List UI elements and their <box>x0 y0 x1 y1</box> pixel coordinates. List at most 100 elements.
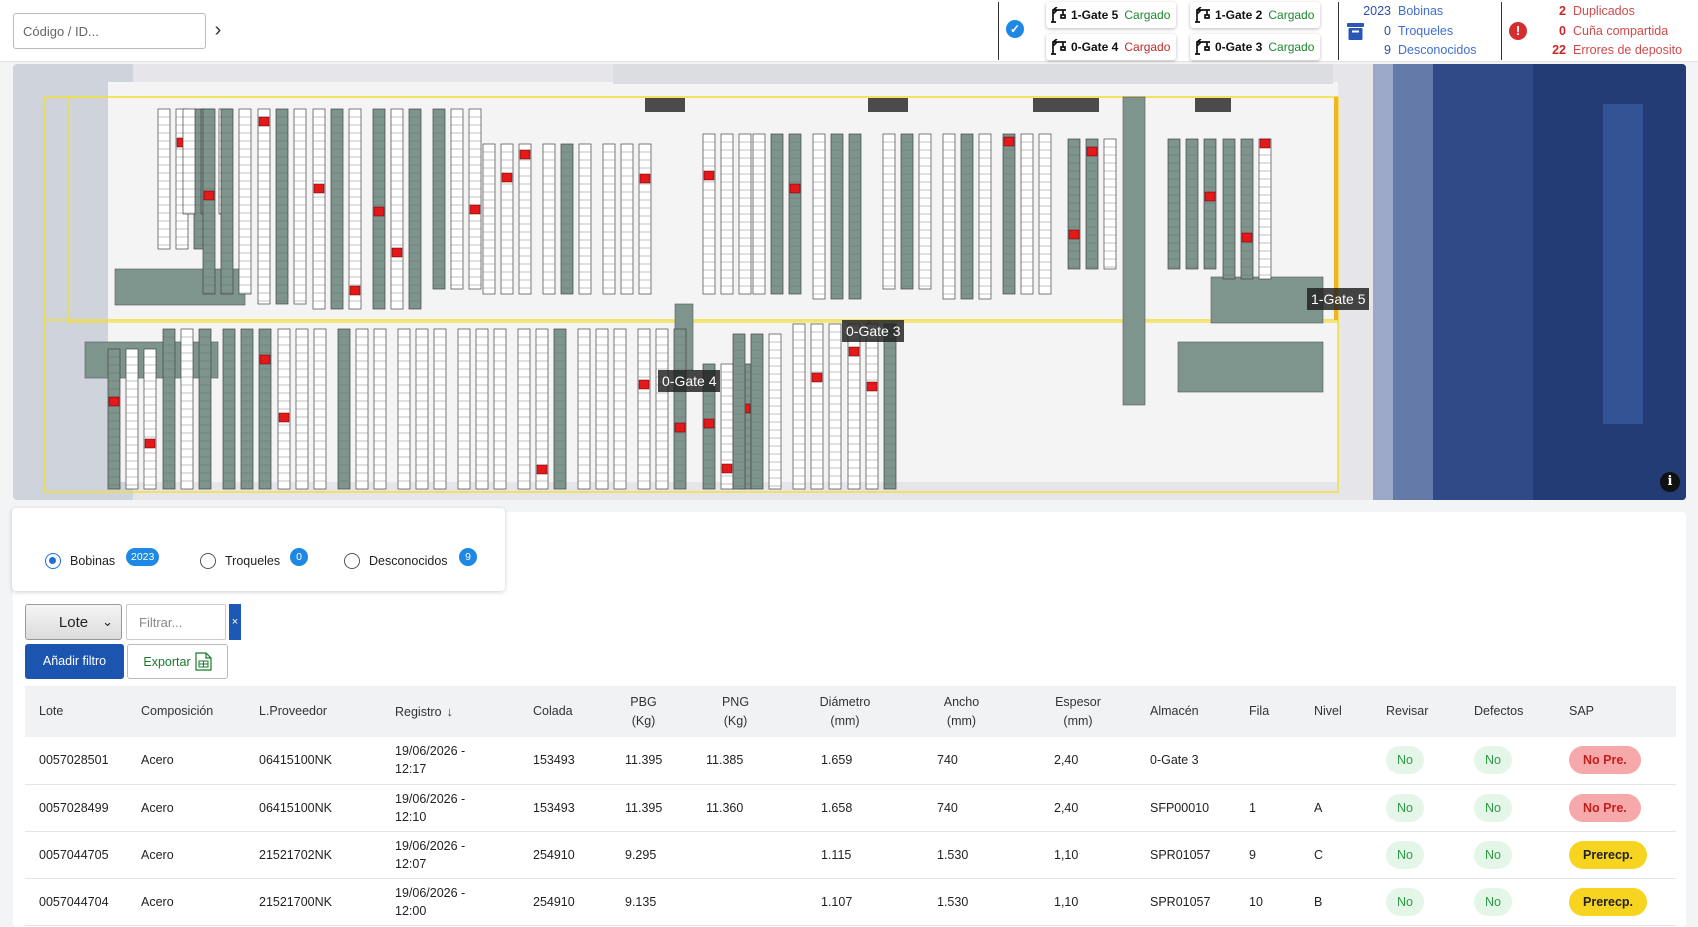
coil-alert-marker[interactable] <box>469 204 481 215</box>
stat-duplicados[interactable]: 2 Duplicados <box>1538 2 1682 22</box>
storage-lane[interactable] <box>542 143 556 295</box>
sap-status-badge[interactable]: No Pre. <box>1569 793 1641 822</box>
storage-lane[interactable] <box>882 133 896 290</box>
table-row[interactable]: 0057044704 Acero 21521700NK 19/06/2026 -12:… <box>25 878 1676 926</box>
storage-lane[interactable] <box>500 143 514 295</box>
storage-lane[interactable] <box>750 333 764 490</box>
radio-bobinas[interactable]: Bobinas <box>45 553 115 569</box>
col-header-lote[interactable]: Lote <box>25 686 127 737</box>
map-label-0-gate-3[interactable]: 0-Gate 3 <box>842 320 905 342</box>
warehouse-map[interactable]: 1-Gate 5 0-Gate 3 0-Gate 4 <box>13 64 1686 500</box>
col-header-png[interactable]: PNG (Kg) <box>684 686 787 737</box>
add-filter-button[interactable]: Añadir filtro <box>25 644 124 679</box>
radio-circle[interactable] <box>200 553 216 569</box>
col-header-composicion[interactable]: Composición <box>127 686 245 737</box>
storage-lane[interactable] <box>257 108 271 305</box>
coil-alert-marker[interactable] <box>639 173 651 184</box>
coil-alert-marker[interactable] <box>721 463 733 474</box>
coil-alert-marker[interactable] <box>391 247 403 258</box>
clear-filter-button[interactable]: × <box>229 604 241 640</box>
col-header-l-proveedor[interactable]: L.Proveedor <box>245 686 381 737</box>
storage-lane[interactable] <box>792 323 806 490</box>
stat-errores-deposito[interactable]: 22 Errores de deposito <box>1538 41 1682 61</box>
storage-lane[interactable] <box>883 323 897 490</box>
coil-alert-marker[interactable] <box>1204 191 1216 202</box>
col-header-colada[interactable]: Colada <box>519 686 603 737</box>
col-header-registro[interactable]: Registro ↓ <box>381 686 519 737</box>
coil-alert-marker[interactable] <box>1241 232 1253 243</box>
col-header-almacen[interactable]: Almacén <box>1136 686 1235 737</box>
stat-bobinas[interactable]: 2023 Bobinas <box>1363 2 1477 22</box>
storage-lane[interactable] <box>1167 138 1181 270</box>
storage-lane[interactable] <box>768 333 782 490</box>
storage-lane[interactable] <box>348 108 362 310</box>
table-row[interactable]: 0057028501 Acero 06415100NK 19/06/2026 -12:… <box>25 737 1676 785</box>
col-header-revisar[interactable]: Revisar <box>1372 686 1460 737</box>
storage-lane[interactable] <box>830 133 844 300</box>
stat-cuna-compartida[interactable]: 0 Cuña compartida <box>1538 22 1682 42</box>
coil-alert-marker[interactable] <box>703 418 715 429</box>
col-header-diametro[interactable]: Diámetro (mm) <box>787 686 903 737</box>
export-button[interactable]: Exportar <box>127 644 228 679</box>
col-header-ancho[interactable]: Ancho (mm) <box>903 686 1020 737</box>
radio-circle[interactable] <box>344 553 360 569</box>
coil-alert-marker[interactable] <box>203 190 215 201</box>
col-header-nivel[interactable]: Nivel <box>1300 686 1372 737</box>
storage-lane[interactable] <box>143 348 157 490</box>
sort-descending-icon[interactable]: ↓ <box>447 704 454 719</box>
sap-status-badge[interactable]: Prerecp. <box>1569 840 1648 869</box>
gate-chip-0-gate-3[interactable]: 0-Gate 3 Cargado <box>1190 34 1321 60</box>
col-header-espesor[interactable]: Espesor (mm) <box>1020 686 1136 737</box>
coil-alert-marker[interactable] <box>1003 136 1015 147</box>
storage-lane[interactable] <box>482 143 496 295</box>
storage-lane[interactable] <box>220 108 234 295</box>
storage-lane[interactable] <box>182 108 196 215</box>
coil-alert-marker[interactable] <box>1068 229 1080 240</box>
storage-lane[interactable] <box>828 323 842 490</box>
map-info-icon[interactable]: i <box>1660 472 1680 492</box>
storage-lane[interactable] <box>157 108 171 250</box>
storage-lane[interactable] <box>1258 138 1272 280</box>
col-header-defectos[interactable]: Defectos <box>1460 686 1555 737</box>
gate-chip-1-gate-2[interactable]: 1-Gate 2 Cargado <box>1190 2 1321 28</box>
coil-alert-marker[interactable] <box>501 172 513 183</box>
storage-lane[interactable] <box>848 133 862 300</box>
coil-alert-marker[interactable] <box>313 183 325 194</box>
storage-lane[interactable] <box>1240 138 1254 280</box>
storage-lane[interactable] <box>978 133 992 300</box>
col-header-pbg[interactable]: PBG (Kg) <box>603 686 684 737</box>
col-header-fila[interactable]: Fila <box>1235 686 1300 737</box>
coil-alert-marker[interactable] <box>848 346 860 357</box>
storage-lane[interactable] <box>293 108 307 305</box>
coil-alert-marker[interactable] <box>144 438 156 449</box>
coil-alert-marker[interactable] <box>108 396 120 407</box>
storage-lane[interactable] <box>602 143 616 295</box>
storage-lane[interactable] <box>1067 138 1081 270</box>
coil-alert-marker[interactable] <box>349 285 361 296</box>
coil-alert-marker[interactable] <box>1086 146 1098 157</box>
storage-lane[interactable] <box>865 323 879 490</box>
storage-lane[interactable] <box>960 133 974 300</box>
stat-desconocidos[interactable]: 9 Desconocidos <box>1363 41 1476 61</box>
storage-lane[interactable] <box>900 133 914 290</box>
storage-lane[interactable] <box>1185 138 1199 270</box>
gate-chip-1-gate-5[interactable]: 1-Gate 5 Cargado <box>1046 2 1177 28</box>
radio-desconocidos[interactable]: Desconocidos <box>344 553 448 569</box>
table-row[interactable]: 0057044705 Acero 21521702NK 19/06/2026 -12:… <box>25 831 1676 879</box>
search-go-button[interactable]: › <box>208 18 228 44</box>
coil-alert-marker[interactable] <box>866 381 878 392</box>
code-search-input[interactable] <box>13 13 206 49</box>
storage-lane[interactable] <box>620 143 634 295</box>
coil-alert-marker[interactable] <box>811 372 823 383</box>
coil-alert-marker[interactable] <box>536 464 548 475</box>
storage-lane[interactable] <box>918 133 932 290</box>
storage-lane[interactable] <box>638 143 652 295</box>
warehouse-map-canvas[interactable] <box>13 64 1686 500</box>
coil-alert-marker[interactable] <box>278 412 290 423</box>
table-row[interactable]: 0057028499 Acero 06415100NK 19/06/2026 -12:… <box>25 784 1676 832</box>
storage-lane[interactable] <box>1222 138 1236 280</box>
coil-alert-marker[interactable] <box>789 183 801 194</box>
sap-status-badge[interactable]: No Pre. <box>1569 746 1641 775</box>
storage-lane[interactable] <box>560 143 574 295</box>
storage-lane[interactable] <box>390 108 404 310</box>
